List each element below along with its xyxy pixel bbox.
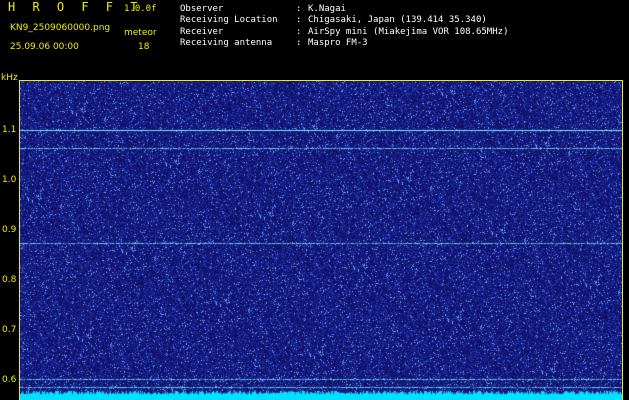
y-tick-label: 0.7 [2, 325, 17, 335]
plot-frame-top [19, 80, 623, 81]
meta-label-receiver: Receiver [180, 27, 224, 37]
app-brand: H R O F F T [8, 0, 143, 14]
spectrogram-canvas [20, 80, 622, 400]
meta-label-antenna: Receiving antenna [180, 38, 273, 48]
observation-datetime: 25.09.06 00:00 [10, 42, 79, 52]
meta-label-location: Receiving Location [180, 15, 278, 25]
plot-frame-right [622, 80, 623, 400]
y-axis-unit: kHz [1, 73, 18, 83]
file-name: KN9_2509060000.png [10, 23, 111, 33]
y-tick-label: 1.0 [2, 175, 17, 185]
meta-colon: : [296, 38, 302, 48]
app-version: 1.0.0f [124, 4, 157, 14]
plot-frame-left [19, 80, 20, 400]
meta-value-location: Chigasaki, Japan (139.414 35.340) [308, 15, 487, 25]
meta-value-observer: K.Nagai [308, 4, 346, 14]
meteor-label: meteor [124, 28, 157, 38]
y-tick-label: 1.1 [2, 125, 17, 135]
meta-colon: : [296, 27, 302, 37]
meta-label-observer: Observer [180, 4, 224, 14]
y-tick-label: 0.6 [2, 375, 17, 385]
y-tick-label: 0.9 [2, 225, 17, 235]
meta-value-antenna: Maspro FM-3 [308, 38, 368, 48]
meteor-count: 18 [138, 42, 150, 52]
y-tick-label: 0.8 [2, 275, 17, 285]
meta-colon: : [296, 15, 302, 25]
meta-value-receiver: AirSpy mini (Miakejima VOR 108.65MHz) [308, 27, 509, 37]
meta-colon: : [296, 4, 302, 14]
